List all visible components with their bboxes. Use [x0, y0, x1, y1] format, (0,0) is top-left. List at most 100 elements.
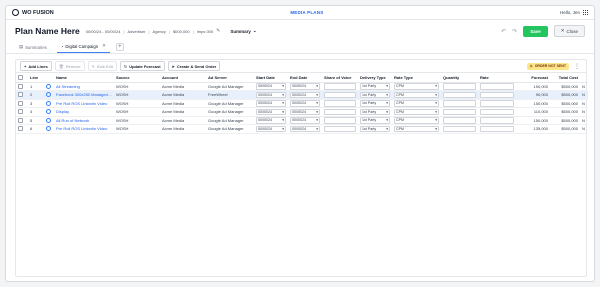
- col-total-cost[interactable]: Total Cost: [550, 73, 580, 83]
- row-name[interactable]: Display: [54, 107, 114, 117]
- row-name[interactable]: Facebook 300x250 Managed S...: [54, 90, 114, 100]
- share-of-voice-input[interactable]: [324, 117, 356, 124]
- table-row[interactable]: 5 All Run of Network WOSH Acme Media Goo…: [16, 116, 588, 125]
- start-date-select[interactable]: 00/00/24 ▾: [256, 91, 286, 98]
- row-rate-cell: [478, 99, 516, 108]
- row-checkbox[interactable]: [18, 126, 23, 132]
- row-name[interactable]: All Run of Network: [54, 116, 114, 125]
- col-quantity[interactable]: Quantity: [441, 73, 478, 83]
- share-of-voice-input[interactable]: [324, 83, 356, 90]
- share-of-voice-input[interactable]: [324, 91, 356, 98]
- rate-input[interactable]: [480, 117, 514, 124]
- row-checkbox[interactable]: [18, 92, 23, 98]
- delivery-type-select[interactable]: 1st Party ▾: [360, 100, 390, 107]
- update-forecast-button[interactable]: ↻ Update Forecast: [119, 61, 165, 71]
- add-lines-button[interactable]: + Add Lines: [20, 61, 52, 71]
- row-name[interactable]: All Streaming: [54, 82, 114, 91]
- more-options-icon[interactable]: ⋮: [572, 63, 582, 70]
- user-menu[interactable]: Hello, Jen: [560, 10, 588, 15]
- undo-icon[interactable]: ↶: [501, 28, 506, 35]
- rate-type-select[interactable]: CPM ▾: [394, 83, 439, 90]
- row-rate-cell: [478, 124, 516, 134]
- col-start-date[interactable]: Start Date: [254, 73, 288, 83]
- share-of-voice-input[interactable]: [324, 125, 356, 132]
- rate-type-select[interactable]: CPM ▾: [394, 91, 439, 98]
- col-account[interactable]: Account: [160, 73, 206, 83]
- col-source[interactable]: Source: [114, 73, 160, 83]
- col-rate[interactable]: Rate: [478, 73, 516, 83]
- rate-input[interactable]: [480, 125, 514, 132]
- rate-type-select[interactable]: CPM ▾: [394, 108, 439, 115]
- caret-down-icon: ▾: [282, 126, 284, 131]
- end-date-select[interactable]: 00/00/24 ▾: [290, 100, 320, 107]
- table-row[interactable]: 6 Pre Roll ROS Linkedin Video WOSH Acme …: [16, 124, 588, 134]
- delivery-type-select[interactable]: 1st Party ▾: [360, 125, 390, 132]
- start-date-select[interactable]: 00/00/24 ▾: [256, 108, 286, 115]
- col-share-of-voice[interactable]: Share of Voice: [322, 73, 358, 83]
- edit-icon: ✎: [91, 63, 96, 69]
- rate-input[interactable]: [480, 108, 514, 115]
- col-forecast[interactable]: Forecast: [516, 73, 550, 83]
- delivery-type-select[interactable]: 1st Party ▾: [360, 83, 390, 90]
- quantity-input[interactable]: [443, 117, 476, 124]
- row-sov-cell: [322, 116, 358, 125]
- row-name[interactable]: Pre Roll ROS Linkedin Video: [54, 124, 114, 134]
- col-line[interactable]: Line: [28, 73, 44, 83]
- col-name[interactable]: Name: [54, 73, 114, 83]
- rate-input[interactable]: [480, 100, 514, 107]
- remove-button[interactable]: 🗑 Remove: [54, 61, 85, 71]
- apps-grid-icon[interactable]: [583, 10, 588, 15]
- start-date-select[interactable]: 00/00/24 ▾: [256, 83, 286, 90]
- add-tab-button[interactable]: +: [115, 43, 124, 51]
- table-row[interactable]: 1 All Streaming WOSH Acme Media Google A…: [16, 82, 588, 91]
- tab-summaries[interactable]: ▤ Summaries: [15, 44, 51, 53]
- start-date-select[interactable]: 00/00/24 ▾: [256, 125, 286, 132]
- col-ad-server[interactable]: Ad Server: [206, 73, 254, 83]
- start-date-select[interactable]: 00/00/24 ▾: [256, 117, 286, 124]
- close-button[interactable]: ✕ Close: [553, 25, 585, 37]
- end-date-select[interactable]: 00/00/24 ▾: [290, 91, 320, 98]
- row-checkbox[interactable]: [18, 83, 23, 89]
- end-date-select[interactable]: 00/00/24 ▾: [290, 117, 320, 124]
- end-date-select[interactable]: 00/00/24 ▾: [290, 83, 320, 90]
- share-of-voice-input[interactable]: [324, 108, 356, 115]
- create-send-order-button[interactable]: ➤ Create & Send Order: [167, 61, 221, 71]
- row-checkbox[interactable]: [18, 117, 23, 123]
- rate-type-select[interactable]: CPM ▾: [394, 125, 439, 132]
- row-name[interactable]: Pre Roll ROS Linkedin Video: [54, 99, 114, 108]
- delivery-type-select[interactable]: 1st Party ▾: [360, 91, 390, 98]
- row-checkbox[interactable]: [18, 109, 23, 115]
- row-end-date-cell: 00/00/24 ▾: [288, 82, 322, 91]
- view-dropdown[interactable]: Summary ⌄: [230, 28, 256, 34]
- quantity-input[interactable]: [443, 83, 476, 90]
- quantity-input[interactable]: [443, 91, 476, 98]
- quantity-input[interactable]: [443, 125, 476, 132]
- redo-icon[interactable]: ↷: [512, 28, 517, 35]
- table-row[interactable]: 3 Pre Roll ROS Linkedin Video WOSH Acme …: [16, 99, 588, 108]
- col-delivery-type[interactable]: Delivery Type: [358, 73, 392, 83]
- table-row[interactable]: 4 Display WOSH Acme Media Google Ad Mana…: [16, 107, 588, 117]
- bulk-edit-button[interactable]: ✎ Bulk Edit: [87, 61, 117, 71]
- tab-digital-campaign[interactable]: ◔ Digital Campaign ✕: [56, 43, 110, 53]
- end-date-select[interactable]: 00/00/24 ▾: [290, 125, 320, 132]
- rate-type-select[interactable]: CPM ▾: [394, 100, 439, 107]
- quantity-input[interactable]: [443, 108, 476, 115]
- end-date-select[interactable]: 00/00/24 ▾: [290, 108, 320, 115]
- quantity-input[interactable]: [443, 100, 476, 107]
- select-all-checkbox[interactable]: [18, 74, 23, 80]
- save-button[interactable]: Save: [523, 25, 548, 37]
- row-checkbox[interactable]: [18, 100, 23, 106]
- delivery-type-select[interactable]: 1st Party ▾: [360, 117, 390, 124]
- rate-input[interactable]: [480, 91, 514, 98]
- table-row[interactable]: 2 Facebook 300x250 Managed S... WOSH Acm…: [16, 90, 588, 100]
- edit-pencil-icon[interactable]: ✎: [216, 28, 220, 34]
- col-end-date[interactable]: End Date: [288, 73, 322, 83]
- rate-input[interactable]: [480, 83, 514, 90]
- share-of-voice-input[interactable]: [324, 100, 356, 107]
- start-date-select[interactable]: 00/00/24 ▾: [256, 100, 286, 107]
- delivery-type-select[interactable]: 1st Party ▾: [360, 108, 390, 115]
- tab-close-icon[interactable]: ✕: [102, 43, 106, 49]
- rate-type-select[interactable]: CPM ▾: [394, 117, 439, 124]
- brand[interactable]: WO FUSION: [12, 9, 54, 16]
- col-rate-type[interactable]: Rate Type: [392, 73, 441, 83]
